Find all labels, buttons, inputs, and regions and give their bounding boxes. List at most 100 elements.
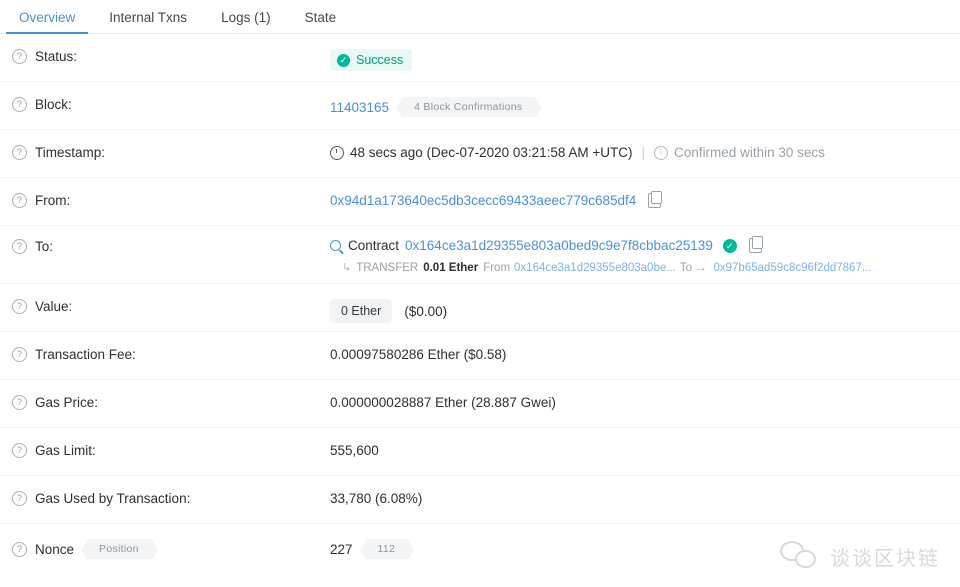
transaction-fee-text: 0.00097580286 Ether ($0.58) — [330, 347, 507, 362]
check-circle-icon: ✓ — [337, 53, 350, 67]
help-icon[interactable]: ? — [12, 299, 27, 314]
value-from: 0x94d1a173640ec5db3cecc69433aeec779c685d… — [330, 178, 948, 208]
status-badge-label: Success — [356, 53, 404, 67]
label-gas-limit-text: Gas Limit: — [35, 443, 96, 458]
help-icon[interactable]: ? — [12, 49, 27, 64]
nonce-value: 227 — [330, 541, 353, 557]
value-gas-limit: 555,600 — [330, 428, 948, 458]
row-timestamp: ? Timestamp: 48 secs ago (Dec-07-2020 03… — [0, 130, 960, 178]
transfer-from-label: From — [483, 261, 511, 274]
tab-overview-label: Overview — [19, 9, 76, 25]
tab-bar: Overview Internal Txns Logs (1) State — [0, 0, 960, 34]
help-icon[interactable]: ? — [12, 347, 27, 362]
label-transaction-fee: ? Transaction Fee: — [12, 332, 330, 362]
tab-overview[interactable]: Overview — [2, 9, 92, 34]
nonce-position-value-badge: 112 — [359, 539, 414, 561]
label-gas-limit: ? Gas Limit: — [12, 428, 330, 458]
status-badge: ✓ Success — [330, 49, 413, 71]
transaction-details: ? Status: ✓ Success ? Block: 11403165 4 … — [0, 34, 960, 572]
row-value: ? Value: 0 Ether ($0.00) — [0, 284, 960, 332]
value-status: ✓ Success — [330, 34, 948, 71]
tab-state-label: State — [304, 9, 337, 25]
verified-check-icon: ✓ — [722, 238, 737, 253]
clock-icon — [330, 145, 344, 160]
value-amount: 0 Ether ($0.00) — [330, 284, 948, 323]
label-timestamp: ? Timestamp: — [12, 130, 330, 160]
tab-internal-txns-label: Internal Txns — [109, 9, 188, 25]
row-transaction-fee: ? Transaction Fee: 0.00097580286 Ether (… — [0, 332, 960, 380]
label-block-text: Block: — [35, 97, 72, 112]
value-gas-price: 0.000000028887 Ether (28.887 Gwei) — [330, 380, 948, 410]
timestamp-separator: | — [641, 145, 646, 160]
tab-state[interactable]: State — [288, 9, 354, 34]
value-transaction-fee: 0.00097580286 Ether ($0.58) — [330, 332, 948, 362]
row-from: ? From: 0x94d1a173640ec5db3cecc69433aeec… — [0, 178, 960, 226]
label-status: ? Status: — [12, 34, 330, 64]
help-icon[interactable]: ? — [12, 541, 27, 557]
label-gas-used: ? Gas Used by Transaction: — [12, 476, 330, 506]
timestamp-text: 48 secs ago (Dec-07-2020 03:21:58 AM +UT… — [350, 145, 633, 160]
help-icon[interactable]: ? — [12, 443, 27, 458]
help-icon[interactable]: ? — [12, 97, 27, 112]
label-gas-price: ? Gas Price: — [12, 380, 330, 410]
label-from-text: From: — [35, 193, 71, 208]
row-status: ? Status: ✓ Success — [0, 34, 960, 82]
row-nonce: ? Nonce Position 227 112 — [0, 524, 960, 572]
value-badge: 0 Ether — [330, 299, 393, 323]
help-icon[interactable]: ? — [12, 193, 27, 208]
contract-label: Contract — [348, 238, 400, 253]
tab-internal-txns[interactable]: Internal Txns — [92, 9, 204, 34]
arrow-right-icon: → — [694, 261, 707, 274]
row-gas-limit: ? Gas Limit: 555,600 — [0, 428, 960, 476]
label-timestamp-text: Timestamp: — [35, 145, 106, 160]
transfer-from-address-link[interactable]: 0x164ce3a1d29355e803a0be... — [514, 262, 676, 274]
transfer-amount: 0.01 Ether — [423, 261, 479, 274]
search-icon[interactable] — [330, 240, 341, 251]
row-gas-used: ? Gas Used by Transaction: 33,780 (6.08%… — [0, 476, 960, 524]
label-nonce: ? Nonce Position — [12, 524, 330, 561]
label-to-text: To: — [35, 239, 54, 254]
nonce-position-badge: Position — [81, 539, 158, 561]
tab-logs[interactable]: Logs (1) — [204, 9, 288, 34]
row-block: ? Block: 11403165 4 Block Confirmations — [0, 82, 960, 130]
help-icon[interactable]: ? — [12, 239, 27, 254]
label-value: ? Value: — [12, 284, 330, 314]
gas-used-text: 33,780 (6.08%) — [330, 491, 423, 506]
transfer-to-address-link[interactable]: 0x97b65ad59c8c96f2dd7867... — [713, 262, 871, 274]
label-gas-price-text: Gas Price: — [35, 395, 99, 410]
internal-transfer-line: ↳ TRANSFER 0.01 Ether From 0x164ce3a1d29… — [330, 261, 948, 275]
row-to: ? To: Contract 0x164ce3a1d29355e803a0bed… — [0, 226, 960, 284]
label-from: ? From: — [12, 178, 330, 208]
block-confirmations-badge: 4 Block Confirmations — [396, 97, 542, 119]
tab-logs-label: Logs (1) — [221, 9, 271, 25]
confirmed-within-text: Confirmed within 30 secs — [674, 145, 825, 160]
help-icon[interactable]: ? — [12, 145, 27, 160]
value-to: Contract 0x164ce3a1d29355e803a0bed9c9e7f… — [330, 226, 948, 274]
value-block: 11403165 4 Block Confirmations — [330, 82, 948, 119]
transfer-keyword: TRANSFER — [356, 261, 419, 274]
help-icon[interactable]: ? — [12, 491, 27, 506]
label-gas-used-text: Gas Used by Transaction: — [35, 491, 191, 506]
row-gas-price: ? Gas Price: 0.000000028887 Ether (28.88… — [0, 380, 960, 428]
help-icon[interactable]: ? — [12, 395, 27, 410]
value-nonce: 227 112 — [330, 524, 948, 561]
value-fiat: ($0.00) — [404, 303, 448, 319]
label-transaction-fee-text: Transaction Fee: — [35, 347, 136, 362]
corner-icon: ↳ — [342, 262, 352, 274]
from-address-link[interactable]: 0x94d1a173640ec5db3cecc69433aeec779c685d… — [330, 193, 636, 208]
copy-icon[interactable] — [648, 191, 663, 208]
block-number-link[interactable]: 11403165 — [330, 100, 389, 115]
value-timestamp: 48 secs ago (Dec-07-2020 03:21:58 AM +UT… — [330, 130, 948, 160]
info-icon: i — [654, 145, 669, 160]
label-nonce-text: Nonce — [35, 541, 75, 557]
to-contract-address-link[interactable]: 0x164ce3a1d29355e803a0bed9c9e7f8cbbac251… — [405, 238, 713, 253]
label-block: ? Block: — [12, 82, 330, 112]
copy-icon[interactable] — [748, 236, 763, 253]
label-value-text: Value: — [35, 299, 73, 314]
label-status-text: Status: — [35, 49, 78, 64]
value-gas-used: 33,780 (6.08%) — [330, 476, 948, 506]
transfer-to-label: To — [679, 261, 692, 274]
gas-limit-text: 555,600 — [330, 443, 379, 458]
label-to: ? To: — [12, 226, 330, 254]
gas-price-text: 0.000000028887 Ether (28.887 Gwei) — [330, 395, 556, 410]
